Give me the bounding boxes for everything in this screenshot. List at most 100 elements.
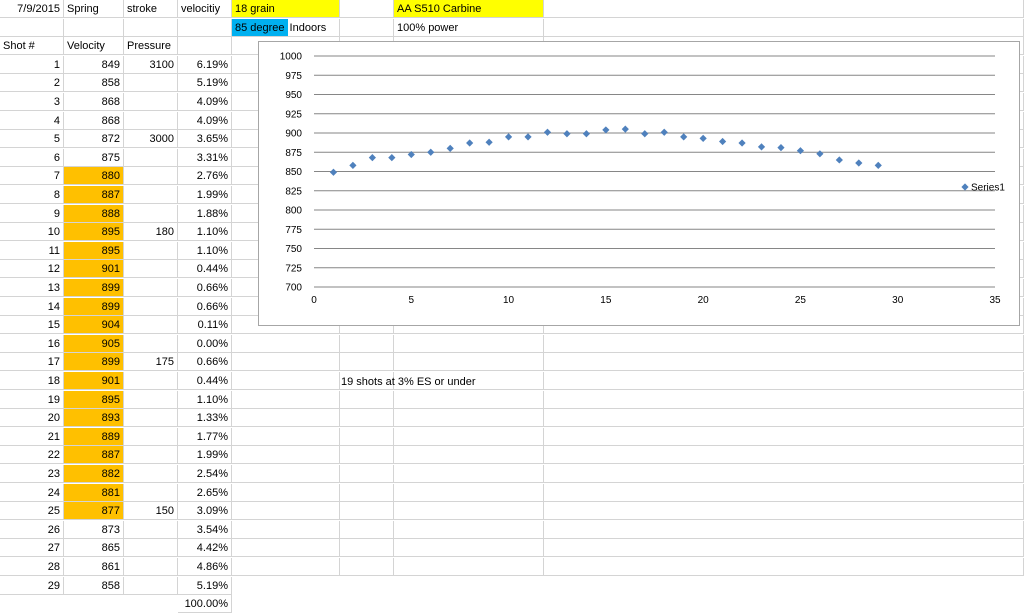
cell-shot-number[interactable]: 25 (0, 502, 64, 521)
cell-velocity[interactable]: 895 (64, 390, 124, 409)
cell-empty[interactable] (340, 520, 394, 539)
cell-pressure[interactable] (124, 260, 178, 279)
cell-pressure[interactable] (124, 93, 178, 111)
cell-percent[interactable]: 0.66% (178, 353, 232, 372)
cell-empty[interactable] (340, 18, 394, 37)
cell-empty[interactable] (124, 18, 178, 37)
cell-pressure[interactable] (124, 483, 178, 502)
cell-shot-number[interactable]: 17 (0, 353, 64, 372)
cell-pressure[interactable] (124, 390, 178, 409)
cell-shot-number[interactable]: 9 (0, 204, 64, 223)
cell-shot-header[interactable]: Shot # (0, 37, 64, 56)
cell-velocity-header[interactable]: velocitiy (178, 0, 232, 18)
cell-pressure[interactable]: 3100 (124, 55, 178, 74)
cell-pressure[interactable]: 180 (124, 223, 178, 242)
cell-velocity[interactable]: 899 (64, 297, 124, 316)
cell-pressure[interactable] (124, 148, 178, 167)
cell-percent[interactable]: 4.09% (178, 93, 232, 111)
cell-empty[interactable] (394, 390, 544, 409)
cell-pressure[interactable] (124, 241, 178, 260)
cell-pressure[interactable] (124, 465, 178, 483)
cell-shot-number[interactable]: 2 (0, 74, 64, 93)
cell-empty[interactable] (340, 558, 394, 576)
cell-percent[interactable]: 1.10% (178, 241, 232, 260)
cell-percent[interactable]: 1.10% (178, 390, 232, 409)
cell-empty[interactable] (394, 427, 544, 446)
cell-empty[interactable] (544, 520, 1024, 539)
cell-shot-number[interactable]: 28 (0, 558, 64, 576)
cell-empty[interactable] (340, 427, 394, 446)
cell-pressure[interactable] (124, 204, 178, 223)
cell-pressure[interactable] (124, 316, 178, 335)
cell-empty[interactable] (232, 427, 340, 446)
cell-empty[interactable] (394, 446, 544, 465)
cell-shot-number[interactable]: 3 (0, 93, 64, 111)
cell-shot-number[interactable]: 29 (0, 576, 64, 595)
cell-empty[interactable] (394, 520, 544, 539)
cell-velocity[interactable]: 904 (64, 316, 124, 335)
cell-pressure[interactable] (124, 539, 178, 558)
cell-shot-number[interactable]: 6 (0, 148, 64, 167)
cell-velocity[interactable]: 888 (64, 204, 124, 223)
cell-pressure[interactable] (124, 334, 178, 353)
cell-percent[interactable]: 3.65% (178, 130, 232, 149)
cell-empty[interactable] (394, 409, 544, 428)
cell-velocity[interactable]: 882 (64, 465, 124, 483)
cell-empty[interactable] (544, 18, 1024, 37)
cell-empty[interactable] (340, 539, 394, 558)
cell-empty[interactable] (394, 558, 544, 576)
cell-empty[interactable] (178, 18, 232, 37)
cell-percent[interactable]: 4.09% (178, 111, 232, 130)
cell-velocity[interactable]: 899 (64, 353, 124, 372)
cell-pressure[interactable] (124, 297, 178, 316)
cell-empty[interactable] (544, 558, 1024, 576)
cell-empty[interactable] (340, 334, 394, 353)
cell-velocity[interactable]: 868 (64, 111, 124, 130)
cell-shot-number[interactable]: 4 (0, 111, 64, 130)
cell-empty[interactable] (340, 446, 394, 465)
cell-empty[interactable] (232, 372, 340, 390)
cell-shot-number[interactable]: 11 (0, 241, 64, 260)
cell-shot-number[interactable]: 1 (0, 55, 64, 74)
cell-velocity[interactable]: 849 (64, 55, 124, 74)
cell-percent[interactable]: 0.44% (178, 260, 232, 279)
cell-empty[interactable] (232, 390, 340, 409)
cell-velocity[interactable]: 877 (64, 502, 124, 521)
cell-percent[interactable]: 3.31% (178, 148, 232, 167)
cell-empty[interactable] (544, 539, 1024, 558)
cell-pressure[interactable] (124, 74, 178, 93)
cell-percent[interactable]: 0.11% (178, 316, 232, 335)
cell-percent[interactable]: 1.99% (178, 446, 232, 465)
cell-percent[interactable]: 3.09% (178, 502, 232, 521)
cell-percent[interactable]: 4.86% (178, 558, 232, 576)
cell-shot-number[interactable]: 10 (0, 223, 64, 242)
cell-total-percent[interactable]: 100.00% (178, 595, 232, 613)
cell-percent[interactable]: 4.42% (178, 539, 232, 558)
cell-spring[interactable]: Spring (64, 0, 124, 18)
cell-empty[interactable] (340, 0, 394, 18)
cell-shot-number[interactable]: 15 (0, 316, 64, 335)
cell-rifle[interactable]: AA S510 Carbine (394, 0, 544, 18)
cell-pressure[interactable] (124, 111, 178, 130)
cell-velocity[interactable]: 895 (64, 223, 124, 242)
cell-percent[interactable]: 1.33% (178, 409, 232, 428)
cell-shot-number[interactable]: 26 (0, 520, 64, 539)
cell-empty[interactable] (64, 18, 124, 37)
cell-shot-number[interactable]: 12 (0, 260, 64, 279)
cell-empty[interactable] (232, 520, 340, 539)
cell-shot-number[interactable]: 22 (0, 446, 64, 465)
cell-velocity[interactable]: 881 (64, 483, 124, 502)
cell-empty[interactable] (544, 427, 1024, 446)
cell-empty[interactable] (340, 409, 394, 428)
cell-shot-number[interactable]: 13 (0, 279, 64, 297)
cell-pressure[interactable]: 150 (124, 502, 178, 521)
cell-empty[interactable] (0, 18, 64, 37)
cell-percent[interactable]: 3.54% (178, 520, 232, 539)
scatter-chart[interactable]: 700 725 750 775 800 825 850 875 900 925 950 975 1000… (258, 41, 1020, 326)
cell-shot-number[interactable]: 19 (0, 390, 64, 409)
cell-empty[interactable] (544, 483, 1024, 502)
cell-pressure[interactable] (124, 279, 178, 297)
cell-percent[interactable]: 5.19% (178, 74, 232, 93)
cell-empty[interactable] (394, 502, 544, 521)
cell-percent[interactable]: 0.66% (178, 279, 232, 297)
